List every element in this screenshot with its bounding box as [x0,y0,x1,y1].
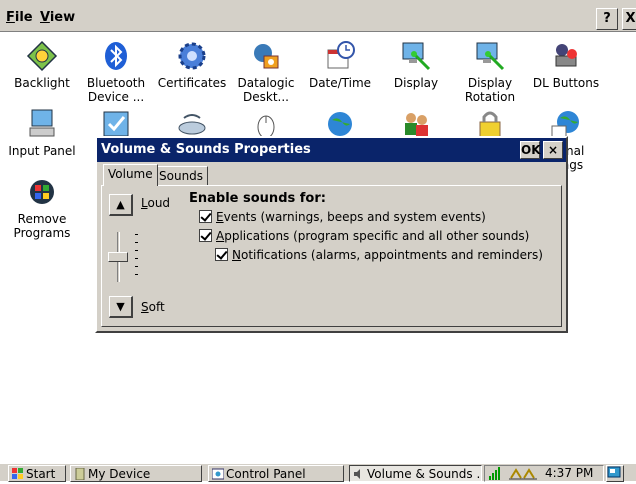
backlight-icon [26,40,58,72]
control-panel-icon [211,468,225,480]
windows-logo-icon [12,468,24,480]
slider-tick [135,242,138,243]
control-panel-item-label: Backlight [14,76,70,90]
control-panel-item[interactable]: Date/Time [300,40,380,90]
dialog-title: Volume & Sounds Properties [101,142,311,157]
applications-checkbox[interactable] [199,229,212,242]
display-rotation-icon [474,40,506,72]
control-panel-item-label: DL Buttons [532,76,600,90]
control-panel-item-label: Deskt... [243,90,289,104]
control-panel-item-label: Remove [17,212,67,226]
connection-icon[interactable] [509,467,537,484]
input-panel-icon [26,108,58,140]
control-panel-item-label: Certificates [157,76,227,90]
task-label: My Device [88,467,151,481]
start-label: Start [26,467,56,481]
tab-sounds[interactable]: Sounds [154,166,209,186]
clock[interactable]: 4:37 PM [545,466,593,481]
dialog-title-bar[interactable]: Volume & Sounds Properties OK × [97,138,566,162]
slider-tick [135,258,138,259]
loud-label: Loud [141,196,171,210]
start-button[interactable]: Start [8,465,66,482]
task-volume-sounds[interactable]: Volume & Sounds ... [349,465,482,482]
control-panel-item[interactable]: Display [376,40,456,90]
control-panel-item-label: Rotation [464,90,516,104]
task-label: Volume & Sounds ... [367,467,482,481]
bluetooth-icon [100,40,132,72]
desktop-icon [607,466,621,481]
control-panel-item-label: Bluetooth [86,76,146,90]
volume-up-button[interactable]: ▲ [109,194,133,216]
menu-file[interactable]: File [6,10,33,25]
speaker-icon [353,468,365,480]
control-panel-item[interactable]: Bluetooth Device ... [76,40,156,104]
task-label: Control Panel [226,467,306,481]
slider-tick [135,274,138,275]
events-checkbox-row[interactable]: Events (warnings, beeps and system event… [199,210,486,224]
menu-view[interactable]: View [40,10,75,25]
control-panel-item[interactable]: Remove Programs [2,176,82,240]
control-panel-item-label: Datalogic [237,76,295,90]
certificates-icon [176,40,208,72]
volume-sounds-dialog: Volume & Sounds Properties OK × Volume S… [95,136,568,333]
tab-volume[interactable]: Volume [103,164,158,186]
control-panel-item-label: Programs [13,226,71,240]
applications-checkbox-row[interactable]: Applications (program specific and all o… [199,229,529,243]
slider-tick [135,250,138,251]
close-button[interactable]: X [622,8,636,30]
dialog-close-button[interactable]: × [543,141,563,159]
volume-slider-thumb[interactable] [108,252,128,262]
control-panel-item-label: Display [393,76,439,90]
control-panel-item[interactable]: Display Rotation [450,40,530,104]
task-control-panel[interactable]: Control Panel [208,465,344,482]
taskbar: Start My Device Control Panel Volume & S… [0,463,636,482]
control-panel-item[interactable]: Input Panel [2,108,82,158]
ok-button[interactable]: OK [520,141,541,159]
remove-programs-icon [26,176,58,208]
slider-tick [135,234,138,235]
date-time-icon [324,40,356,72]
signal-icon[interactable] [489,467,503,484]
volume-down-button[interactable]: ▼ [109,296,133,318]
datalogic-desktop-icon [250,40,282,72]
control-panel-item-label: Date/Time [308,76,372,90]
help-button[interactable]: ? [596,8,618,30]
desktop-button[interactable] [606,465,624,482]
enable-sounds-heading: Enable sounds for: [189,191,326,206]
task-my-device[interactable]: My Device [70,465,202,482]
device-icon [74,467,86,481]
events-checkbox[interactable] [199,210,212,223]
soft-label: Soft [141,300,165,314]
system-tray: 4:37 PM [484,465,604,482]
notifications-checkbox-row[interactable]: Notifications (alarms, appointments and … [215,248,543,262]
control-panel-item-label: Display [467,76,513,90]
control-panel-item[interactable]: Certificates [152,40,232,90]
control-panel-item[interactable]: Datalogic Deskt... [226,40,306,104]
notifications-checkbox[interactable] [215,248,228,261]
control-panel-item-label: Input Panel [8,144,76,158]
control-panel-item[interactable]: DL Buttons [526,40,606,90]
display-icon [400,40,432,72]
dl-buttons-icon [550,40,582,72]
slider-tick [135,266,138,267]
control-panel-item-label: Device ... [87,90,145,104]
control-panel-item[interactable]: Backlight [2,40,82,90]
menu-bar: File View ? X [0,0,636,32]
